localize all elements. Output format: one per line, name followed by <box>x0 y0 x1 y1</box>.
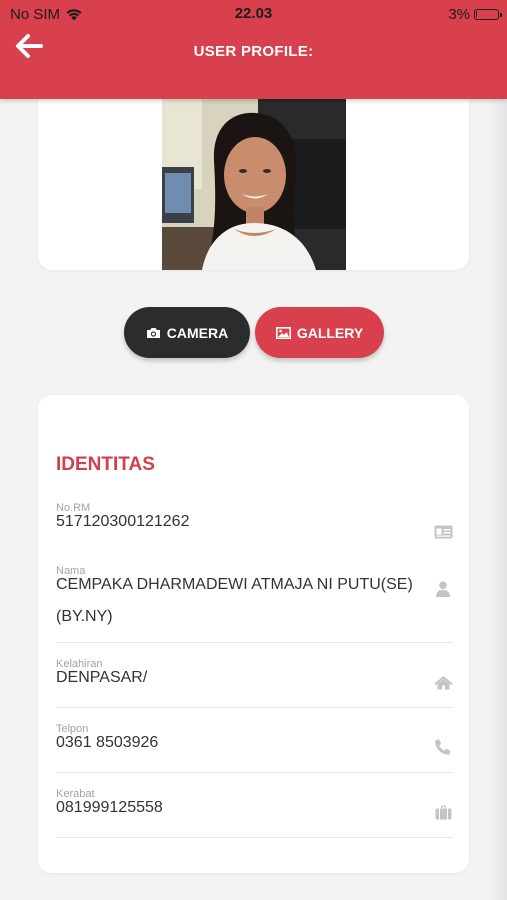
status-bar: No SIM 22.03 3% <box>0 0 507 30</box>
user-profile-screen: No SIM 22.03 3% USER PROFILE: CAMERA GAL… <box>0 0 507 900</box>
home-icon <box>433 672 453 692</box>
briefcase-icon <box>433 802 453 822</box>
phone-icon[interactable] <box>433 737 453 757</box>
id-card-icon <box>433 522 453 542</box>
battery-status: 3% <box>448 6 502 23</box>
field-kerabat: Kerabat 081999125558 <box>56 788 453 838</box>
field-value: DENPASAR/ <box>56 669 148 686</box>
section-title: IDENTITAS <box>56 454 155 475</box>
battery-level <box>476 11 477 17</box>
field-value: 081999125558 <box>56 799 163 816</box>
gallery-label: GALLERY <box>296 324 364 341</box>
field-value: 0361 8503926 <box>56 734 159 751</box>
field-kelahiran: Kelahiran DENPASAR/ <box>56 658 453 708</box>
field-value: 517120300121262 <box>56 513 190 530</box>
user-icon <box>433 579 453 599</box>
page-title: USER PROFILE: <box>193 43 314 60</box>
identity-card: IDENTITAS No.RM 517120300121262 Nama CEM… <box>38 395 469 873</box>
scroll-edge <box>489 99 507 900</box>
battery-percent: 3% <box>448 6 470 23</box>
image-icon <box>275 326 291 339</box>
app-header: No SIM 22.03 3% USER PROFILE: <box>0 0 507 99</box>
camera-label: CAMERA <box>166 324 229 341</box>
camera-icon <box>146 327 160 338</box>
clock: 22.03 <box>234 5 273 22</box>
field-value: CEMPAKA DHARMADEWI ATMAJA NI PUTU(SE) (B… <box>56 576 413 625</box>
field-nama: Nama CEMPAKA DHARMADEWI ATMAJA NI PUTU(S… <box>56 565 453 643</box>
battery-icon <box>474 9 502 20</box>
field-no-rm: No.RM 517120300121262 <box>56 502 453 546</box>
profile-photo <box>162 99 346 270</box>
camera-button[interactable]: CAMERA <box>124 307 250 358</box>
field-telpon: Telpon 0361 8503926 <box>56 723 453 773</box>
gallery-button[interactable]: GALLERY <box>255 307 384 358</box>
